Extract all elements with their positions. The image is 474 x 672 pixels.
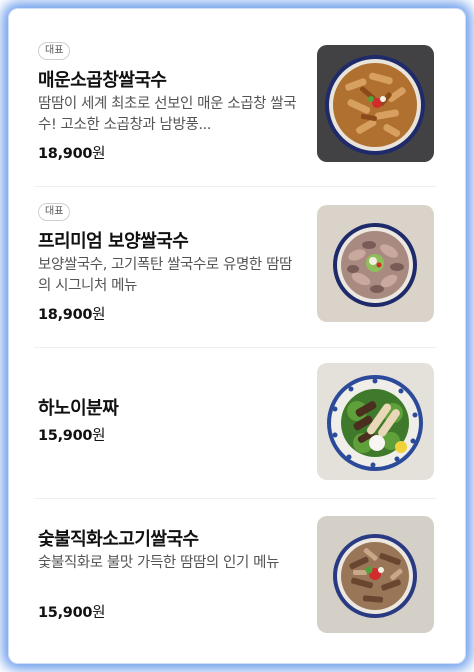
- menu-item[interactable]: 숯불직화소고기쌀국수 숯불직화로 불맛 가득한 땀땀의 인기 메뉴 15,900…: [34, 499, 436, 636]
- menu-item-description: 보양쌀국수, 고기폭탄 쌀국수로 유명한 땀땀의 시그니처 메뉴: [38, 257, 292, 294]
- charcoal-grilled-beef-pho-photo: [317, 516, 434, 633]
- price-value: 15,900: [38, 428, 93, 444]
- menu-item-description: 숯불직화로 불맛 가득한 땀땀의 인기 메뉴: [38, 555, 280, 571]
- price-value: 18,900: [38, 307, 93, 323]
- menu-item-price: 18,900원: [38, 142, 106, 163]
- price-currency: 원: [92, 605, 106, 621]
- hanoi-bun-cha-photo: [317, 363, 434, 480]
- premium-boyang-pho-photo: [317, 205, 434, 322]
- menu-item-price: 15,900원: [38, 601, 106, 622]
- menu-item-price: 18,900원: [38, 303, 106, 324]
- spicy-beef-tripe-pho-photo: [317, 45, 434, 162]
- price-currency: 원: [92, 428, 106, 444]
- menu-item-name: 프리미엄 보양쌀국수: [38, 231, 189, 252]
- menu-item-name: 하노이분짜: [38, 398, 119, 419]
- price-value: 18,900: [38, 146, 93, 162]
- menu-item-name: 매운소곱창쌀국수: [38, 70, 167, 91]
- menu-item-price: 15,900원: [38, 424, 106, 445]
- price-currency: 원: [92, 307, 106, 323]
- menu-item[interactable]: 대표 매운소곱창쌀국수 땀땀이 세계 최초로 선보인 매운 소곱창 쌀국수! 고…: [34, 30, 436, 186]
- signature-badge: 대표: [38, 42, 71, 60]
- menu-item[interactable]: 하노이분짜 15,900원: [34, 348, 436, 498]
- menu-list: 대표 매운소곱창쌀국수 땀땀이 세계 최초로 선보인 매운 소곱창 쌀국수! 고…: [34, 30, 436, 636]
- price-value: 15,900: [38, 605, 93, 621]
- signature-badge: 대표: [38, 203, 71, 221]
- menu-item-name: 숯불직화소고기쌀국수: [38, 529, 199, 550]
- price-currency: 원: [92, 146, 106, 162]
- menu-item-description: 땀땀이 세계 최초로 선보인 매운 소곱창 쌀국수! 고소한 소곱창과 남방풍.…: [38, 96, 297, 133]
- menu-item[interactable]: 대표 프리미엄 보양쌀국수 보양쌀국수, 고기폭탄 쌀국수로 유명한 땀땀의 시…: [34, 187, 436, 347]
